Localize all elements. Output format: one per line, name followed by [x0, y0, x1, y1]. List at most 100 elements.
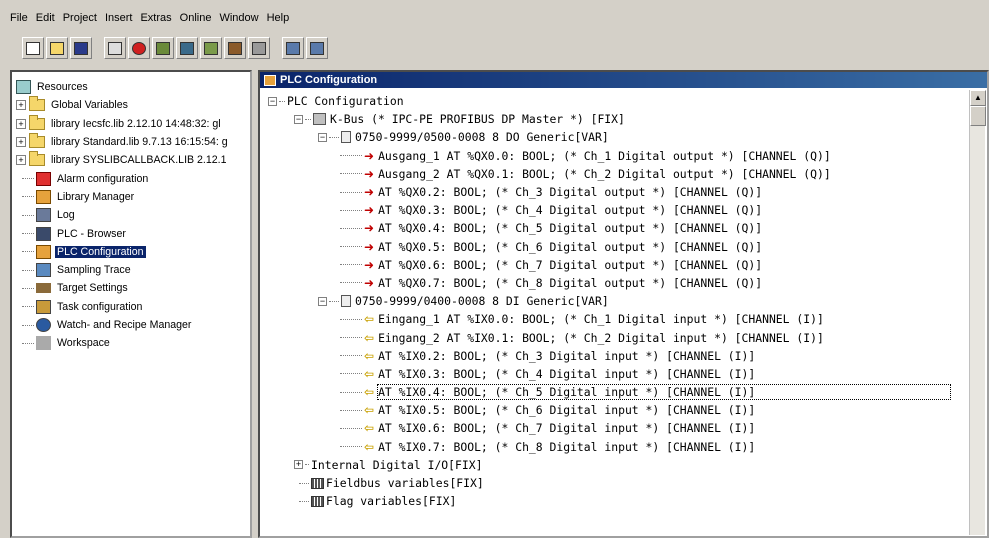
output-arrow-icon: ➜ — [364, 203, 375, 218]
input-arrow-icon: ⇦ — [364, 366, 375, 381]
menu-file[interactable]: File — [6, 12, 32, 24]
module-icon — [341, 131, 351, 144]
output-arrow-icon: ➜ — [364, 166, 375, 181]
do-module-node[interactable]: − 0750-9999/0500-0008 8 DO Generic[VAR] — [318, 128, 950, 146]
output-arrow-icon: ➜ — [364, 185, 375, 200]
menu-project[interactable]: Project — [59, 12, 101, 24]
input-channel-row[interactable]: ⇦ AT %IX0.3: BOOL; (* Ch_4 Digital input … — [340, 365, 950, 383]
logout-button[interactable] — [176, 37, 198, 59]
resource-item-task-configuration[interactable]: Task configuration — [16, 298, 250, 316]
compile-button[interactable] — [104, 37, 126, 59]
output-channel-label: Ausgang_2 AT %QX0.1: BOOL; (* Ch_2 Digit… — [378, 166, 831, 181]
output-channel-row[interactable]: ➜ Ausgang_1 AT %QX0.0: BOOL; (* Ch_1 Digi… — [340, 147, 950, 165]
menu-insert[interactable]: Insert — [101, 12, 137, 24]
replace-icon — [310, 41, 324, 55]
kbus-icon — [313, 113, 326, 126]
output-channel-label: AT %QX0.3: BOOL; (* Ch_4 Digital output … — [378, 203, 763, 218]
collapse-icon[interactable]: − — [318, 296, 327, 306]
output-channel-label: Ausgang_1 AT %QX0.0: BOOL; (* Ch_1 Digit… — [378, 148, 831, 163]
toolbar — [0, 32, 989, 64]
save-button[interactable] — [70, 37, 92, 59]
resource-item-library-manager[interactable]: Library Manager — [16, 188, 250, 206]
di-module-node[interactable]: − 0750-9999/0400-0008 8 DI Generic[VAR] — [318, 292, 950, 310]
menu-extras[interactable]: Extras — [136, 12, 175, 24]
collapse-icon[interactable]: − — [318, 132, 327, 142]
find-icon — [286, 41, 300, 55]
expand-icon[interactable]: + — [16, 137, 26, 148]
menu-edit[interactable]: Edit — [32, 12, 59, 24]
vertical-scrollbar[interactable]: ▲ — [969, 90, 986, 535]
config-root[interactable]: − PLC Configuration — [268, 92, 950, 110]
fieldbus-variables-label: Fieldbus variables[FIX] — [326, 476, 484, 491]
window-titlebar: PLC Configuration — [260, 72, 987, 88]
browser-icon — [36, 226, 51, 241]
replace-button[interactable] — [306, 37, 328, 59]
stop-button[interactable] — [128, 37, 150, 59]
input-channel-row[interactable]: ⇦ AT %IX0.5: BOOL; (* Ch_6 Digital input … — [340, 401, 950, 419]
output-channel-row[interactable]: ➜ AT %QX0.6: BOOL; (* Ch_7 Digital output… — [340, 256, 950, 274]
expand-icon[interactable]: + — [16, 155, 26, 166]
run-button[interactable] — [200, 37, 222, 59]
reset-button[interactable] — [224, 37, 246, 59]
resource-item-library-iecsfc[interactable]: + library Iecsfc.lib 2.12.10 14:48:32: g… — [16, 114, 250, 133]
plc-configuration-tree: − PLC Configuration − K-Bus (* IPC-PE PR… — [268, 92, 952, 510]
input-channel-row-focused[interactable]: ⇦ AT %IX0.4: BOOL; (* Ch_5 Digital input … — [340, 383, 952, 401]
input-channel-label: AT %IX0.5: BOOL; (* Ch_6 Digital input *… — [378, 403, 756, 418]
resource-item-sampling-trace[interactable]: Sampling Trace — [16, 261, 250, 279]
resources-root[interactable]: Resources — [16, 78, 250, 96]
resource-item-workspace[interactable]: Workspace — [16, 334, 250, 352]
resource-item-log[interactable]: Log — [16, 206, 250, 224]
collapse-icon[interactable]: − — [294, 114, 303, 124]
new-button[interactable] — [22, 37, 44, 59]
output-channel-row[interactable]: ➜ AT %QX0.2: BOOL; (* Ch_3 Digital output… — [340, 183, 950, 201]
find-button[interactable] — [282, 37, 304, 59]
resource-item-watch-recipe-manager[interactable]: Watch- and Recipe Manager — [16, 316, 250, 334]
menu-help[interactable]: Help — [263, 12, 294, 24]
expand-icon[interactable]: + — [16, 100, 26, 111]
scroll-thumb[interactable] — [970, 106, 986, 126]
input-channel-row[interactable]: ⇦ AT %IX0.7: BOOL; (* Ch_8 Digital input … — [340, 438, 950, 456]
resource-item-global-variables[interactable]: + Global Variables — [16, 96, 250, 114]
menu-bar: File Edit Project Insert Extras Online W… — [0, 8, 989, 28]
resource-item-library-standard[interactable]: + library Standard.lib 9.7.13 16:15:54: … — [16, 133, 250, 151]
output-channel-row[interactable]: ➜ AT %QX0.4: BOOL; (* Ch_5 Digital output… — [340, 219, 950, 237]
kbus-node[interactable]: − K-Bus (* IPC-PE PROFIBUS DP Master *) … — [294, 110, 950, 128]
output-channel-label: AT %QX0.2: BOOL; (* Ch_3 Digital output … — [378, 185, 763, 200]
flag-variables-node[interactable]: Flag variables[FIX] — [294, 492, 950, 510]
resource-item-label: library Iecsfc.lib 2.12.10 14:48:32: gl — [51, 117, 221, 130]
resource-item-label: Global Variables — [51, 99, 128, 112]
flag-variables-label: Flag variables[FIX] — [326, 494, 457, 509]
input-channel-row[interactable]: ⇦ Eingang_2 AT %IX0.1: BOOL; (* Ch_2 Digi… — [340, 328, 950, 346]
expand-icon[interactable]: + — [16, 118, 26, 129]
output-channel-row[interactable]: ➜ AT %QX0.7: BOOL; (* Ch_8 Digital output… — [340, 274, 950, 292]
menu-online[interactable]: Online — [176, 12, 216, 24]
input-channel-label: AT %IX0.6: BOOL; (* Ch_7 Digital input *… — [378, 421, 756, 436]
expand-icon[interactable]: + — [294, 460, 303, 470]
resource-item-label: Sampling Trace — [57, 264, 131, 277]
output-channel-row[interactable]: ➜ Ausgang_2 AT %QX0.1: BOOL; (* Ch_2 Digi… — [340, 165, 950, 183]
task-icon — [36, 299, 51, 314]
trace-icon — [36, 263, 51, 278]
resource-item-alarm-configuration[interactable]: Alarm configuration — [16, 169, 250, 187]
resource-item-target-settings[interactable]: Target Settings — [16, 279, 250, 297]
menu-window[interactable]: Window — [215, 12, 262, 24]
print-button[interactable] — [248, 37, 270, 59]
do-module-label: 0750-9999/0500-0008 8 DO Generic[VAR] — [355, 130, 609, 145]
collapse-icon[interactable]: − — [268, 96, 277, 106]
input-channel-row[interactable]: ⇦ Eingang_1 AT %IX0.0: BOOL; (* Ch_1 Digi… — [340, 310, 950, 328]
resource-item-plc-browser[interactable]: PLC - Browser — [16, 224, 250, 242]
output-channel-row[interactable]: ➜ AT %QX0.5: BOOL; (* Ch_6 Digital output… — [340, 238, 950, 256]
output-arrow-icon: ➜ — [364, 239, 375, 254]
internal-io-node[interactable]: + Internal Digital I/O[FIX] — [294, 456, 950, 474]
resource-item-library-syslibcallback[interactable]: + library SYSLIBCALLBACK.LIB 2.12.1 — [16, 151, 250, 169]
input-channel-row[interactable]: ⇦ AT %IX0.6: BOOL; (* Ch_7 Digital input … — [340, 419, 950, 437]
reset-icon — [228, 41, 242, 55]
open-button[interactable] — [46, 37, 68, 59]
input-channel-row[interactable]: ⇦ AT %IX0.2: BOOL; (* Ch_3 Digital input … — [340, 347, 950, 365]
login-button[interactable] — [152, 37, 174, 59]
resource-item-label: PLC - Browser — [57, 227, 126, 240]
scroll-up-arrow-icon[interactable]: ▲ — [970, 90, 986, 106]
resource-item-plc-configuration[interactable]: PLC Configuration — [16, 243, 250, 261]
fieldbus-variables-node[interactable]: Fieldbus variables[FIX] — [294, 474, 950, 492]
output-channel-row[interactable]: ➜ AT %QX0.3: BOOL; (* Ch_4 Digital output… — [340, 201, 950, 219]
